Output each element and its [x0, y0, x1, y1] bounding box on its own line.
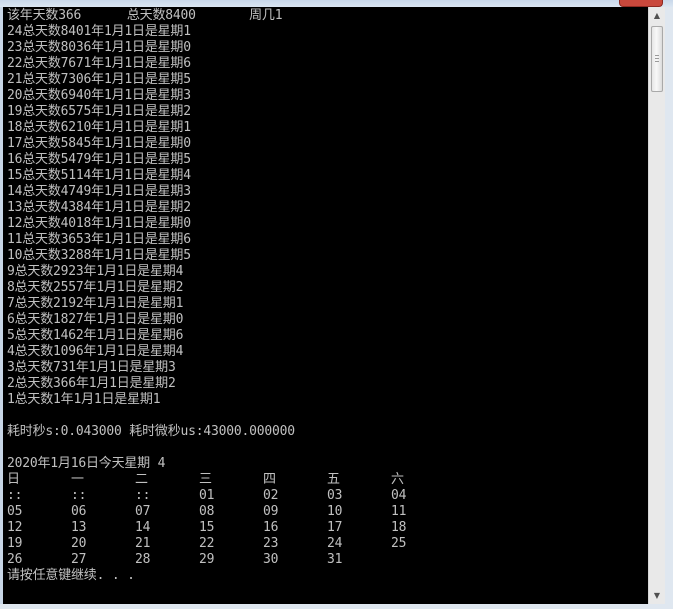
weekday-header: 二 [135, 472, 148, 487]
year-weekday-line: 14总天数4749年1月1日是星期3 [7, 184, 191, 199]
calendar-day: 02 [263, 488, 279, 503]
year-weekday-line: 24总天数8401年1月1日是星期1 [7, 24, 191, 39]
calendar-day: 06 [71, 504, 87, 519]
calendar-day: 03 [327, 488, 343, 503]
weekday-header: 六 [391, 472, 404, 487]
calendar-day: 11 [391, 504, 407, 519]
close-icon[interactable] [619, 0, 663, 7]
calendar-day: 05 [7, 504, 23, 519]
calendar-day: 24 [327, 536, 343, 551]
vertical-scrollbar[interactable]: ▲ ▼ [648, 7, 665, 604]
calendar-day: 07 [135, 504, 151, 519]
year-weekday-line: 2总天数366年1月1日是星期2 [7, 376, 176, 391]
calendar-week-row: 05 06 07 08 09 10 11 [7, 504, 648, 520]
calendar-day: 18 [391, 520, 407, 535]
year-weekday-line: 5总天数1462年1月1日是星期6 [7, 328, 184, 343]
year-weekday-line: 7总天数2192年1月1日是星期1 [7, 296, 184, 311]
year-weekday-line: 11总天数3653年1月1日是星期6 [7, 232, 191, 247]
console-output[interactable]: 该年天数366 总天数8400 周几1 24总天数8401年1月1日是星期1 23… [3, 7, 648, 604]
calendar-day: 12 [7, 520, 23, 535]
calendar-day: 04 [391, 488, 407, 503]
prompt-line: 请按任意键继续. . . [7, 568, 135, 583]
calendar-week-row: 26 27 28 29 30 31 [7, 552, 648, 568]
year-weekday-line: 13总天数4384年1月1日是星期2 [7, 200, 191, 215]
calendar-week-row: 19 20 21 22 23 24 25 [7, 536, 648, 552]
calendar-day: 21 [135, 536, 151, 551]
calendar-day: 09 [263, 504, 279, 519]
timing-line: 耗时秒s:0.043000 耗时微秒us:43000.000000 [7, 424, 295, 439]
window-frame-right [665, 7, 673, 609]
year-weekday-line: 21总天数7306年1月1日是星期5 [7, 72, 191, 87]
year-weekday-line: 1总天数1年1月1日是星期1 [7, 392, 161, 407]
year-weekday-line: 23总天数8036年1月1日是星期0 [7, 40, 191, 55]
calendar-day: 26 [7, 552, 23, 567]
calendar-day: 22 [199, 536, 215, 551]
year-weekday-line: 18总天数6210年1月1日是星期1 [7, 120, 191, 135]
year-weekday-line: 15总天数5114年1月1日是星期4 [7, 168, 191, 183]
year-weekday-line: 16总天数5479年1月1日是星期5 [7, 152, 191, 167]
title-bar[interactable] [0, 0, 673, 7]
year-lines: 24总天数8401年1月1日是星期1 23总天数8036年1月1日是星期0 22总天… [7, 24, 648, 408]
console-window: 该年天数366 总天数8400 周几1 24总天数8401年1月1日是星期1 23… [0, 0, 673, 609]
calendar-day: 17 [327, 520, 343, 535]
year-weekday-line: 6总天数1827年1月1日是星期0 [7, 312, 184, 327]
scroll-thumb[interactable] [651, 26, 663, 92]
year-weekday-line: 10总天数3288年1月1日是星期5 [7, 248, 191, 263]
year-weekday-line: 17总天数5845年1月1日是星期0 [7, 136, 191, 151]
calendar-day: 20 [71, 536, 87, 551]
year-weekday-line: 4总天数1096年1月1日是星期4 [7, 344, 184, 359]
calendar-day: 15 [199, 520, 215, 535]
calendar-day: 16 [263, 520, 279, 535]
year-weekday-line: 3总天数731年1月1日是星期3 [7, 360, 176, 375]
weekday-header: 日 [7, 472, 20, 487]
calendar-day: 29 [199, 552, 215, 567]
weekday-header: 五 [327, 472, 340, 487]
calendar-day: 27 [71, 552, 87, 567]
year-weekday-line: 22总天数7671年1月1日是星期6 [7, 56, 191, 71]
calendar-day: 31 [327, 552, 343, 567]
weekday-header: 四 [263, 472, 276, 487]
weekday-header: 三 [199, 472, 212, 487]
year-weekday-line: 20总天数6940年1月1日是星期3 [7, 88, 191, 103]
calendar-day: 28 [135, 552, 151, 567]
year-weekday-line: 12总天数4018年1月1日是星期0 [7, 216, 191, 231]
calendar-day: 23 [263, 536, 279, 551]
grip-line [655, 58, 659, 59]
calendar-day: :: [7, 488, 23, 503]
grip-line [655, 55, 659, 56]
arrow-up-icon[interactable]: ▲ [649, 7, 665, 24]
year-weekday-line: 19总天数6575年1月1日是星期2 [7, 104, 191, 119]
calendar-day: 14 [135, 520, 151, 535]
calendar-day: :: [71, 488, 87, 503]
calendar-week-row: 12 13 14 15 16 17 18 [7, 520, 648, 536]
calendar-day: :: [135, 488, 151, 503]
arrow-down-icon[interactable]: ▼ [649, 587, 665, 604]
year-weekday-line: 8总天数2557年1月1日是星期2 [7, 280, 184, 295]
calendar-day: 01 [199, 488, 215, 503]
calendar-day: 13 [71, 520, 87, 535]
year-weekday-line: 9总天数2923年1月1日是星期4 [7, 264, 184, 279]
calendar-day: 30 [263, 552, 279, 567]
calendar-day: 25 [391, 536, 407, 551]
window-frame-bottom [0, 604, 673, 609]
console-text-area: 该年天数366 总天数8400 周几1 24总天数8401年1月1日是星期1 23… [3, 7, 648, 584]
calendar-day: 08 [199, 504, 215, 519]
calendar-grid: 日一二三四五六:::::: 01 02 03 04 05 06 07 08 09 10 11 12 13 1… [7, 472, 648, 568]
grip-line [655, 61, 659, 62]
header-line: 该年天数366 总天数8400 周几1 [7, 8, 283, 23]
calendar-day [391, 552, 455, 568]
calendar-header-row: 日一二三四五六 [7, 472, 648, 488]
date-line: 2020年1月16日今天星期 4 [7, 456, 166, 471]
calendar-day: 10 [327, 504, 343, 519]
weekday-header: 一 [71, 472, 84, 487]
calendar-week-row: :::::: 01 02 03 04 [7, 488, 648, 504]
calendar-day: 19 [7, 536, 23, 551]
